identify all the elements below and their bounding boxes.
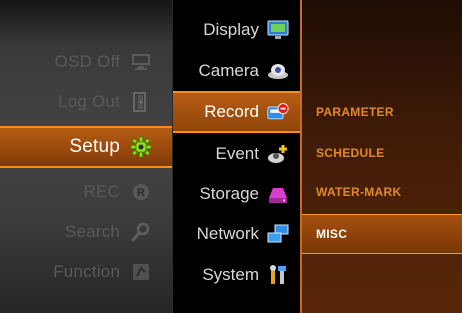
event-icon — [267, 143, 289, 165]
setup-item-label: System — [202, 265, 259, 284]
setup-item-network[interactable]: Network — [173, 214, 301, 254]
menu-item-log-out[interactable]: Log Out — [0, 82, 172, 122]
menu-item-label: Log Out — [58, 92, 120, 111]
menu-item-label: Setup — [69, 136, 120, 157]
setup-item-label: Camera — [198, 61, 259, 80]
setup-item-display[interactable]: Display — [173, 10, 301, 50]
setup-item-label: Display — [203, 20, 259, 39]
menu-item-label: OSD Off — [54, 52, 120, 71]
record-item-parameter[interactable]: PARAMETER — [302, 93, 462, 131]
record-item-label: SCHEDULE — [316, 146, 385, 160]
menu-item-label: Search — [64, 222, 120, 241]
tools-icon — [267, 264, 289, 286]
menu-item-setup[interactable]: Setup — [0, 126, 172, 168]
magnifier-icon — [130, 221, 152, 243]
record-item-label: PARAMETER — [316, 105, 394, 119]
record-item-label: MISC — [316, 227, 348, 241]
setup-item-label: Storage — [199, 184, 259, 203]
record-item-schedule[interactable]: SCHEDULE — [302, 134, 462, 172]
svg-text:R: R — [137, 187, 145, 199]
record-item-misc[interactable]: MISC — [302, 214, 462, 254]
setup-submenu: Display Camera Record Event Storage Netw… — [172, 0, 301, 313]
setup-item-storage[interactable]: Storage — [173, 174, 301, 214]
menu-item-function[interactable]: Function — [0, 252, 172, 292]
setup-item-camera[interactable]: Camera — [173, 51, 301, 91]
setup-item-record[interactable]: Record — [173, 91, 301, 133]
dvr-menu-screen: OSD Off Log Out Setup REC R Search Funct… — [0, 0, 462, 313]
menu-item-label: REC — [83, 182, 120, 201]
gear-icon — [130, 136, 152, 158]
record-item-label: WATER-MARK — [316, 185, 402, 199]
menu-item-osd-off[interactable]: OSD Off — [0, 42, 172, 82]
setup-item-system[interactable]: System — [173, 255, 301, 295]
menu-item-rec[interactable]: REC R — [0, 172, 172, 212]
storage-icon — [267, 183, 289, 205]
menu-item-label: Function — [53, 262, 120, 281]
setup-item-label: Network — [196, 224, 259, 243]
network-icon — [267, 223, 289, 245]
display-icon — [267, 19, 289, 41]
record-r-icon: R — [130, 181, 152, 203]
record-item-water-mark[interactable]: WATER-MARK — [302, 173, 462, 211]
function-icon — [130, 261, 152, 283]
monitor-icon — [130, 51, 152, 73]
camera-icon — [267, 60, 289, 82]
setup-item-event[interactable]: Event — [173, 134, 301, 174]
logout-icon — [130, 91, 152, 113]
setup-item-label: Event — [215, 144, 259, 163]
setup-item-label: Record — [204, 102, 259, 121]
main-menu: OSD Off Log Out Setup REC R Search Funct… — [0, 0, 172, 313]
record-submenu: PARAMETER SCHEDULE WATER-MARK MISC — [300, 0, 462, 313]
menu-item-search[interactable]: Search — [0, 212, 172, 252]
record-icon — [267, 101, 289, 123]
